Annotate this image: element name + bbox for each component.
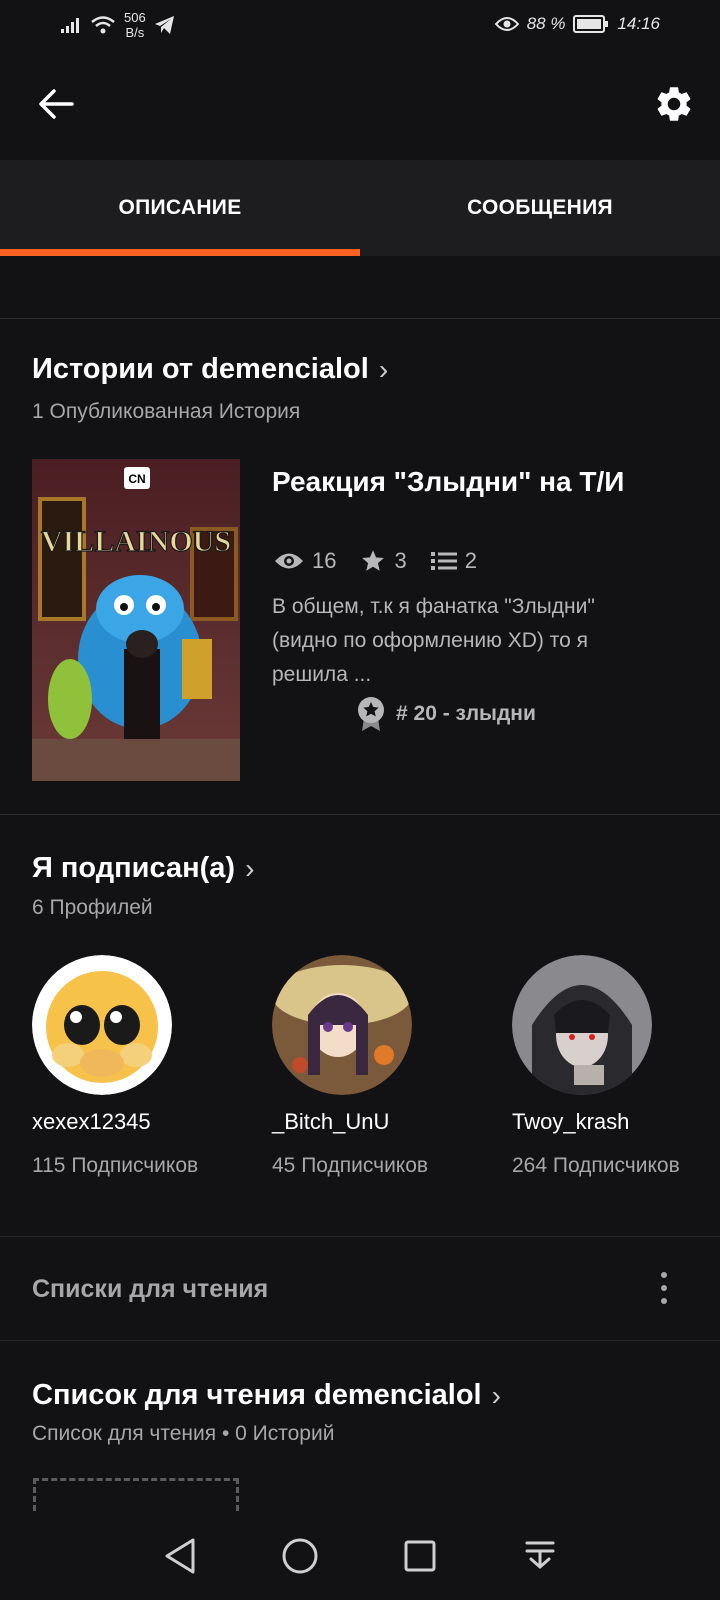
- status-left: 506 B/s: [60, 10, 176, 40]
- reading-list-heading[interactable]: Список для чтения demencialol ›: [32, 1379, 501, 1412]
- profile-card[interactable]: _Bitch_UnU 45 Подписчиков: [272, 955, 472, 1180]
- parts-count: 2: [464, 548, 477, 573]
- profile-card[interactable]: Twoy_krash 264 Подписчиков: [512, 955, 712, 1180]
- story-stats: 16 3 2: [274, 548, 491, 574]
- avatar-image: [272, 955, 412, 1095]
- star-icon: [362, 550, 385, 571]
- more-dot: [661, 1298, 667, 1304]
- eye-icon: [494, 17, 519, 31]
- network-speed-value: 506: [124, 10, 146, 25]
- settings-button[interactable]: [652, 82, 696, 126]
- profile-username: xexex12345: [32, 1109, 151, 1134]
- clock: 14:16: [617, 14, 660, 33]
- telegram-icon: [154, 16, 174, 34]
- avatar[interactable]: [272, 955, 412, 1095]
- eye-icon: [275, 553, 303, 569]
- profile-followers: 45 Подписчиков: [272, 1154, 429, 1177]
- tab-bar: ОПИСАНИЕ СООБЩЕНИЯ: [0, 160, 720, 256]
- network-speed: 506 B/s: [124, 10, 146, 40]
- triangle-back-icon: [165, 1538, 195, 1574]
- divider: [0, 318, 720, 319]
- arrow-left-icon: [39, 89, 74, 119]
- avatar-image: [32, 955, 172, 1095]
- award-badge-icon: [358, 697, 384, 731]
- more-dot: [661, 1272, 667, 1278]
- votes-stat: 3: [360, 548, 407, 574]
- more-dot: [661, 1285, 667, 1291]
- profile-followers: 264 Подписчиков: [512, 1154, 680, 1177]
- following-heading-label: Я подписан(а): [32, 852, 236, 884]
- divider: [0, 814, 720, 815]
- profile-username: Twoy_krash: [512, 1109, 630, 1134]
- parts-stat: 2: [430, 548, 477, 574]
- signal-icon: [61, 18, 79, 33]
- list-icon: [430, 552, 457, 570]
- profile-followers: 115 Подписчиков: [32, 1154, 199, 1177]
- following-count: 6 Профилей: [32, 896, 153, 919]
- chevron-right-icon: ›: [491, 1379, 501, 1411]
- chevron-right-icon: ›: [245, 852, 255, 884]
- gear-icon: [657, 87, 691, 121]
- profile-username: _Bitch_UnU: [272, 1109, 390, 1134]
- stories-heading-label: Истории от demencialol: [32, 353, 369, 385]
- wifi-icon: [91, 16, 115, 34]
- story-rank-label: # 20 - злыдни: [396, 702, 536, 725]
- divider: [0, 1236, 720, 1237]
- svg-text:CN: CN: [128, 472, 145, 486]
- stories-count: 1 Опубликованная История: [32, 400, 301, 423]
- app-bar: [0, 52, 720, 160]
- nav-back-button[interactable]: [150, 1526, 210, 1586]
- stories-heading[interactable]: Истории от demencialol ›: [32, 353, 388, 386]
- avatar[interactable]: [512, 955, 652, 1095]
- battery-icon: [573, 15, 609, 33]
- reading-lists-label: Списки для чтения: [32, 1275, 269, 1303]
- story-cover-art: CN VILLAINOUS: [32, 459, 240, 781]
- following-heading[interactable]: Я подписан(а) ›: [32, 852, 254, 885]
- tab-messages[interactable]: СООБЩЕНИЯ: [360, 160, 720, 256]
- avatar-image: [512, 955, 652, 1095]
- avatar[interactable]: [32, 955, 172, 1095]
- reading-list-title: Список для чтения demencialol: [32, 1379, 482, 1411]
- views-stat: 16: [274, 548, 336, 574]
- divider: [0, 1340, 720, 1341]
- circle-home-icon: [282, 1538, 318, 1574]
- votes-count: 3: [394, 548, 407, 573]
- status-bar: 506 B/s 88 % 14:16: [0, 0, 720, 52]
- status-right: 88 % 14:16: [494, 14, 660, 34]
- views-count: 16: [312, 548, 337, 573]
- story-cover[interactable]: CN VILLAINOUS: [32, 459, 240, 781]
- square-recents-icon: [404, 1540, 436, 1572]
- tab-description[interactable]: ОПИСАНИЕ: [0, 160, 360, 256]
- reading-list-subtitle: Список для чтения • 0 Историй: [32, 1422, 335, 1445]
- story-rank[interactable]: # 20 - злыдни: [356, 696, 536, 732]
- chevron-right-icon: ›: [378, 353, 389, 385]
- story-description: В общем, т.к я фанатка "Злыдни" (видно п…: [272, 595, 595, 686]
- nav-recents-button[interactable]: [390, 1526, 450, 1586]
- story-cover-logo: VILLAINOUS: [41, 525, 231, 558]
- tab-messages-label: СООБЩЕНИЯ: [467, 196, 613, 219]
- battery-percent: 88 %: [526, 14, 566, 33]
- nav-home-button[interactable]: [270, 1526, 330, 1586]
- pull-down-icon: [525, 1541, 555, 1569]
- profile-card[interactable]: xexex12345 115 Подписчиков: [32, 955, 232, 1180]
- network-speed-unit: B/s: [125, 25, 145, 40]
- tab-description-label: ОПИСАНИЕ: [118, 196, 242, 219]
- story-title[interactable]: Реакция "Злыдни" на Т/И: [272, 462, 672, 501]
- nav-notifications-button[interactable]: [510, 1526, 570, 1586]
- system-nav-bar: [0, 1512, 720, 1600]
- more-options-button[interactable]: [652, 1268, 676, 1308]
- back-button[interactable]: [34, 82, 78, 126]
